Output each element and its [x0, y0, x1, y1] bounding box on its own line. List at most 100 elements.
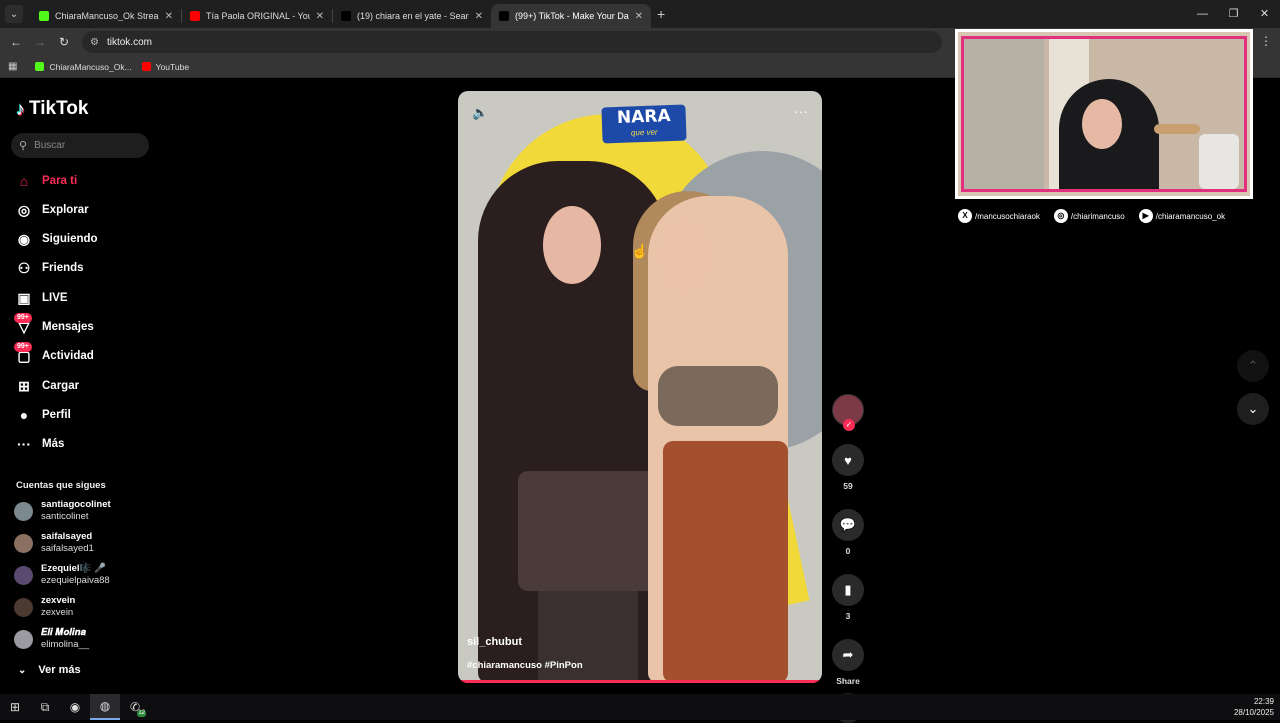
bookmark-label: YouTube — [155, 61, 190, 72]
nav-item-siguiendo[interactable]: ◉ Siguiendo — [14, 228, 98, 250]
social-handle: X/mancusochiaraok — [958, 209, 1040, 223]
nav-item-live[interactable]: ▣ LIVE — [14, 287, 68, 309]
bookmark-favicon-icon — [35, 62, 45, 71]
tab-search-dropdown-icon[interactable]: ⌄ — [5, 5, 23, 23]
chevron-down-icon: ⌄ — [18, 664, 27, 676]
nav-label: LIVE — [42, 292, 68, 304]
youtube-icon: ▶ — [1138, 209, 1153, 223]
bookmark-label: ChiaraMancuso_Ok... — [49, 61, 132, 72]
tiktok-logo[interactable]: ♪ TikTok — [16, 98, 88, 120]
nav-item-perfil[interactable]: ● Perfil — [14, 404, 71, 426]
nav-item-m-s[interactable]: ··· Más — [14, 433, 64, 455]
nav-item-para-ti[interactable]: ⌂ Para ti — [14, 170, 77, 192]
see-more-link[interactable]: ⌄ Ver más — [18, 664, 81, 676]
obs-icon[interactable]: ◉ — [60, 694, 90, 720]
save-count: 3 — [845, 611, 851, 621]
followed-account[interactable]: Ezequiel🎼 🎤 ezequielpaiva88 — [14, 561, 110, 589]
nav-item-cargar[interactable]: ⊞ Cargar — [14, 375, 79, 397]
social-handle-text: /chiarimancuso — [1070, 211, 1125, 221]
close-tab-icon[interactable]: ✕ — [475, 11, 483, 22]
home-icon: ⌂ — [19, 173, 29, 189]
see-more-label: Ver más — [38, 664, 81, 676]
account-handle: santicolinet — [41, 511, 89, 522]
followed-account[interactable]: zexvein zexvein — [14, 593, 75, 621]
nav-label: Siguiendo — [42, 233, 98, 245]
bookmark-item[interactable]: YouTube — [141, 61, 190, 72]
nav-item-friends[interactable]: ⚇ Friends — [14, 257, 84, 279]
browser-menu-icon[interactable]: ⋮ — [1260, 34, 1272, 48]
close-tab-icon[interactable]: ✕ — [316, 11, 324, 22]
avatar — [14, 629, 33, 649]
like-button[interactable]: ♥ — [832, 444, 864, 476]
new-tab-icon[interactable]: + — [657, 6, 665, 22]
whatsapp-icon[interactable]: ✆ 12 — [120, 694, 150, 720]
next-video-button[interactable]: ⌄ — [1237, 393, 1269, 425]
reload-icon[interactable]: ↻ — [52, 35, 76, 49]
nav-item-actividad[interactable]: ▢ 99+ Actividad — [14, 341, 94, 367]
profile-icon: ● — [19, 407, 29, 423]
follow-check-icon[interactable]: ✓ — [843, 419, 855, 431]
chrome-icon[interactable]: ◍ — [90, 694, 120, 720]
browser-tab[interactable]: Tía Paola ORIGINAL - YouTube ✕ — [182, 4, 332, 28]
site-settings-icon[interactable]: ⚙ — [90, 37, 99, 48]
volume-icon[interactable]: 🔈 — [472, 105, 488, 121]
minimize-icon[interactable]: — — [1187, 0, 1218, 28]
nav-label: Mensajes — [42, 321, 94, 333]
nav-item-mensajes[interactable]: ▽ 99+ Mensajes — [14, 312, 94, 338]
live-icon: ▣ — [17, 289, 31, 306]
restore-icon[interactable]: ❐ — [1218, 0, 1249, 28]
x-icon: X — [958, 209, 972, 223]
search-icon: ⚲ — [19, 140, 28, 152]
comment-button[interactable]: 💬 — [832, 509, 864, 541]
forward-icon[interactable]: → — [28, 35, 52, 49]
previous-video-button[interactable]: ⌃ — [1237, 350, 1269, 382]
search-input[interactable]: ⚲ Buscar — [11, 133, 149, 158]
back-icon[interactable]: ← — [4, 35, 28, 49]
account-name: zexvein — [41, 595, 76, 606]
close-window-icon[interactable]: ✕ — [1249, 0, 1280, 28]
apps-icon[interactable]: ▦ — [8, 61, 17, 72]
activity-icon: ▢ 99+ — [14, 341, 34, 365]
tab-title: Tía Paola ORIGINAL - YouTube — [206, 11, 310, 21]
video-person-left-face — [543, 206, 601, 284]
video-author[interactable]: sil_chubut — [467, 636, 522, 648]
nav-label: Cargar — [42, 380, 80, 392]
browser-tab[interactable]: (99+) TikTok - Make Your Day ✕ — [491, 4, 651, 28]
share-label: Share — [836, 676, 860, 686]
video-player[interactable]: NARA que ver 🔈 ··· sil_chubut #chiaraman… — [458, 91, 822, 683]
omnibox[interactable]: ⚙ tiktok.com — [82, 31, 942, 53]
video-hashtags[interactable]: #chiaramancuso #PinPon — [467, 660, 583, 671]
system-clock[interactable]: 22:39 28/10/2025 — [1234, 696, 1274, 718]
brand-name: TikTok — [29, 98, 89, 119]
video-more-icon[interactable]: ··· — [794, 103, 808, 119]
share-button[interactable]: ➦ — [832, 639, 864, 671]
close-tab-icon[interactable]: ✕ — [165, 11, 173, 22]
avatar — [14, 565, 33, 585]
notification-badge: 99+ — [14, 312, 32, 323]
nav-item-explorar[interactable]: ◎ Explorar — [14, 199, 89, 221]
window-controls: — ❐ ✕ — [1187, 0, 1280, 28]
windows-start-icon[interactable]: ⊞ — [0, 694, 30, 720]
followed-account[interactable]: saifalsayed saifalsayed1 — [14, 529, 94, 557]
browser-tab[interactable]: ChiaraMancuso_Ok Stream - W ✕ — [31, 4, 181, 28]
browser-tab[interactable]: (19) chiara en el yate - Search / ✕ — [333, 4, 491, 28]
video-progress-bar[interactable] — [458, 680, 822, 683]
save-button[interactable]: ▮ — [832, 574, 864, 606]
nav-label: Actividad — [42, 350, 94, 362]
comment-icon: 💬 — [839, 517, 857, 532]
following-icon: ◉ — [17, 230, 31, 247]
like-count: 59 — [843, 481, 853, 491]
close-tab-icon[interactable]: ✕ — [635, 11, 643, 22]
account-handle: ezequielpaiva88 — [41, 575, 110, 586]
bookmark-icon: ▮ — [844, 582, 852, 597]
task-view-icon[interactable]: ⧉ — [30, 694, 60, 720]
messages-icon: ▽ 99+ — [14, 312, 34, 336]
bookmark-item[interactable]: ChiaraMancuso_Ok... — [35, 61, 132, 72]
creator-avatar[interactable]: ✓ — [832, 394, 864, 431]
share-icon: ➦ — [842, 647, 854, 662]
webcam-wall — [964, 39, 1044, 189]
chevron-up-icon: ⌃ — [1247, 358, 1259, 373]
followed-account[interactable]: 𝑬𝒍𝒊 𝑴𝒐𝒍𝒊𝒏𝒂 elimolina__ — [14, 625, 89, 653]
followed-account[interactable]: santiagocolinet santicolinet — [14, 497, 111, 525]
upload-icon: ⊞ — [18, 377, 30, 394]
